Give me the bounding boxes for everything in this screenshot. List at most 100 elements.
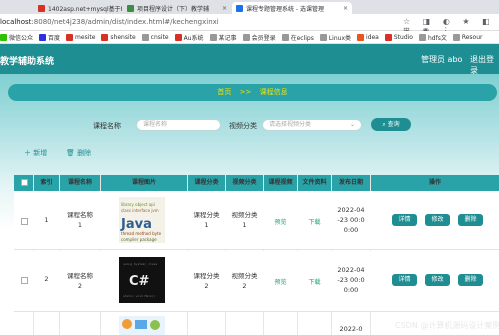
row-checkbox[interactable] [21,218,28,225]
watermark: CSDN @计算机源码设计案例 [395,321,499,330]
query-button[interactable]: ⌕ 查询 [371,118,411,131]
download-file-link[interactable]: 下载 [298,277,331,286]
download-file-link[interactable]: 下载 [298,217,331,226]
bookmark-label: 百度 [48,34,61,42]
bookmark-item[interactable]: 某记事 [209,33,237,42]
bookmark-icon [174,33,182,41]
close-icon[interactable]: × [222,5,227,12]
col-course-image[interactable]: 课程图片 [101,175,187,191]
course-image-java[interactable]: library object api class interface jvm J… [119,197,165,243]
course-category-line-2: 1 [204,221,209,229]
edit-button[interactable]: 修改 [425,214,450,226]
delete-row-button[interactable]: 删除 [458,274,483,286]
trash-icon: 🗑 [66,149,75,157]
course-name-line-1: 课程名称 [67,272,93,280]
col-publish-date[interactable]: 发布日期 [332,175,370,191]
tab-favicon-icon [38,4,45,12]
row-course-name: 课程名称 1 [60,210,100,230]
logout-link[interactable]: 退出登录 [470,54,499,76]
col-actions[interactable]: 操作 [371,175,499,191]
delete-label: 删除 [77,149,92,157]
search-icon: ⌕ [382,121,386,128]
tab-title: 1402asp.net+mysql基于M [48,5,122,13]
url-path: :8080/net4j238/admin/dist/index.html#/ke… [31,18,219,26]
video-category-select[interactable]: 请选择视频分类 ⌄ [262,119,362,131]
bookmark-label: 会员登录 [251,34,276,42]
video-category-label: 视频分类 [229,122,257,130]
bookmark-label: Linux类 [328,34,352,42]
svg-text:thread method byte: thread method byte [121,231,162,236]
bookmark-item[interactable]: 百度 [39,33,60,42]
bookmark-item[interactable]: Studio [384,33,413,41]
bookmark-item[interactable]: Linux类 [319,33,352,42]
bookmark-label: Au系统 [183,34,204,42]
bookmark-icon [39,33,47,41]
course-image-partial[interactable] [119,316,165,335]
bookmark-item[interactable]: 在eclips [281,33,314,42]
admin-user[interactable]: 管理员 abo [421,54,462,65]
course-category-line-1: 课程分类 [193,272,220,280]
bookmark-icon [0,33,7,41]
url-text[interactable]: localhost:8080/net4j238/admin/dist/index… [0,17,219,28]
row-checkbox[interactable] [21,277,28,284]
bookmark-item[interactable]: Resour [452,33,483,41]
bookmark-item[interactable]: Au系统 [174,33,204,42]
select-all-checkbox[interactable] [21,179,28,186]
browser-tab-3-active[interactable]: 课程专题管理系统 - 选课管理 × [232,2,352,14]
svg-text:using System; class: using System; class [123,262,158,266]
bookmark-icon [281,33,289,41]
video-category-line-1: 视频分类 [231,211,258,219]
course-name-label: 课程名称 [93,122,121,130]
bookmark-item[interactable]: shensite [101,33,136,41]
preview-video-link[interactable]: 预览 [264,277,297,286]
preview-video-link[interactable]: 预览 [264,217,297,226]
bookmark-icon [319,33,327,41]
plus-icon: ＋ [24,149,31,157]
svg-text:Java: Java [120,217,152,232]
browser-tab-2[interactable]: 项目程序设计（下）教学辅 × [123,2,231,14]
chevron-down-icon: ⌄ [349,121,355,128]
bookmark-item[interactable]: mesite [66,33,95,41]
edit-button[interactable]: 修改 [425,274,450,286]
row-video-category: 视频分类 2 [226,271,263,291]
bookmark-icon [141,33,149,41]
bookmark-icon [452,33,460,41]
bookmark-item[interactable]: hdfs文 [418,33,447,42]
col-course-category[interactable]: 课程分类 [188,175,225,191]
breadcrumb: 首页 >> 课程信息 [8,84,497,101]
bookmark-label: cnsite [150,33,169,41]
svg-text:static void Main(): static void Main() [123,294,156,298]
row-publish-date: 2022-04 -23 00:0 0:00 [332,265,370,295]
video-category-line-2: 2 [242,282,247,290]
col-video-category[interactable]: 视频分类 [226,175,263,191]
col-course-name[interactable]: 课程名称 [60,175,100,191]
col-course-video[interactable]: 课程视频 [264,175,297,191]
col-index[interactable]: 索引 [34,175,59,191]
row-course-category: 课程分类 2 [188,271,225,291]
close-icon[interactable]: × [343,5,348,12]
svg-text:class interface jvm: class interface jvm [121,208,159,213]
bookmark-item[interactable]: 会员登录 [242,33,276,42]
detail-button[interactable]: 详情 [392,214,417,226]
delete-row-button[interactable]: 删除 [458,214,483,226]
bookmark-label: shensite [110,33,136,41]
tab-favicon-icon [236,4,243,12]
browser-tab-1[interactable]: 1402asp.net+mysql基于M × [34,2,122,14]
bookmark-icon [357,33,365,41]
add-button[interactable]: ＋ 新增 [24,148,47,158]
date-line-2: -23 00:0 [337,216,365,224]
bookmark-item[interactable]: cnsite [141,33,169,41]
bookmark-label: 在eclips [290,34,314,42]
bookmark-label: Studio [393,33,413,41]
delete-button[interactable]: 🗑 删除 [66,148,91,158]
course-name-input[interactable]: 课程名称 [136,119,221,131]
detail-button[interactable]: 详情 [392,274,417,286]
video-category-line-2: 1 [242,221,247,229]
course-image-csharp[interactable]: using System; class C# static void Main(… [119,257,165,303]
course-name-line-2: 2 [77,282,83,290]
breadcrumb-home[interactable]: 首页 [217,88,231,96]
col-file[interactable]: 文件资料 [298,175,331,191]
bookmark-item[interactable]: idea [357,33,379,41]
bookmark-item[interactable]: 微信公众 [0,33,33,42]
row-course-name: 课程名称 2 [60,271,100,291]
